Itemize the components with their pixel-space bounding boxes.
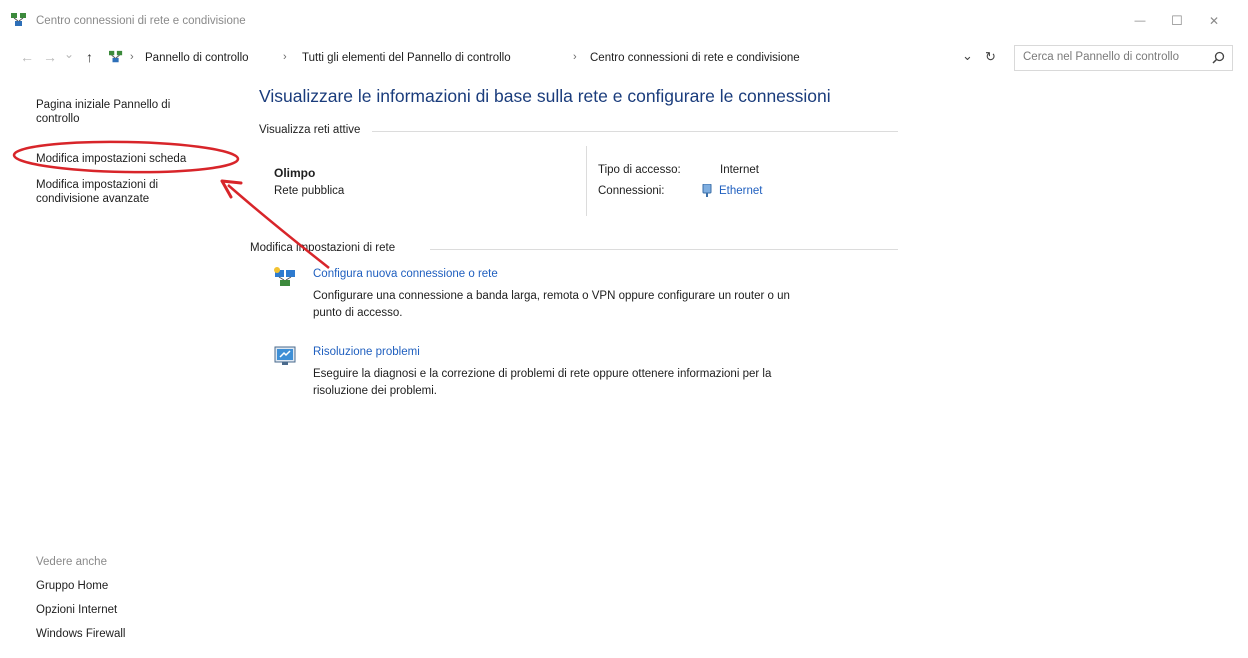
annotation-ellipse xyxy=(12,140,240,174)
annotation-arrow-shaft xyxy=(227,184,330,269)
annotation-overlay xyxy=(12,140,330,269)
